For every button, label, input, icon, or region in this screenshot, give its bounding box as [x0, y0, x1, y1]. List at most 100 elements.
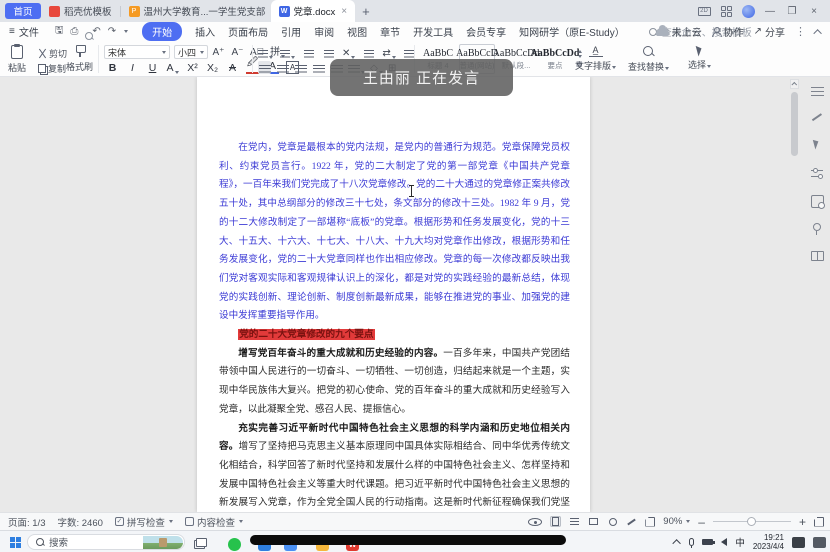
style-keypoint[interactable]: AaBbCcDd要点	[537, 44, 573, 74]
zoom-in-button[interactable]: +	[799, 515, 806, 529]
tab-page-layout[interactable]: 页面布局	[228, 24, 268, 39]
align-left-button[interactable]	[258, 61, 271, 74]
numbered-list-icon[interactable]	[280, 46, 295, 59]
tab-dangzhang-docx[interactable]: W 党章.docx ×	[271, 0, 356, 22]
superscript-button[interactable]: X²	[186, 61, 199, 74]
find-replace-button[interactable]: 查找替换	[628, 45, 669, 73]
workspace-grid-icon[interactable]	[718, 4, 734, 18]
font-name-select[interactable]: 宋体	[104, 45, 170, 59]
cloud-status[interactable]: 未上云	[656, 24, 702, 39]
char-border-icon[interactable]: A	[166, 61, 179, 74]
copy-button[interactable]: 复制	[38, 62, 66, 75]
microphone-icon[interactable]	[689, 538, 694, 546]
align-right-button[interactable]	[294, 61, 307, 74]
eye-protect-icon[interactable]	[528, 518, 542, 526]
edit-pen-button[interactable]	[626, 516, 637, 527]
content-check-button[interactable]: 内容检查	[185, 515, 243, 529]
fit-page-icon[interactable]	[645, 517, 655, 527]
speaker-icon[interactable]	[721, 538, 727, 546]
clock[interactable]: 19:21 2023/4/4	[753, 533, 784, 551]
redo-icon[interactable]: ↷	[108, 26, 116, 37]
more-options-icon[interactable]: ⋮	[795, 25, 806, 38]
bullet-list-icon[interactable]	[258, 46, 273, 59]
tab-references[interactable]: 引用	[281, 24, 301, 39]
quick-access-caret-icon[interactable]	[124, 30, 128, 33]
reading-book-icon[interactable]	[811, 251, 824, 261]
tab-cnki-estudy[interactable]: 知网研学（原E-Study）	[519, 24, 625, 39]
underline-button[interactable]: U	[146, 61, 159, 74]
zoom-level[interactable]: 90%	[663, 516, 690, 527]
restore-button[interactable]: ❐	[784, 4, 800, 18]
select-button[interactable]: 选择	[688, 45, 711, 71]
close-button[interactable]: ×	[806, 4, 822, 18]
text-layout-button[interactable]: A̲ 文字排版	[575, 45, 616, 72]
scrollbar-thumb[interactable]	[791, 92, 798, 156]
format-painter-button[interactable]: 格式刷	[66, 45, 93, 73]
tray-app-icon-2[interactable]	[813, 537, 826, 548]
windows-start-button[interactable]	[10, 537, 21, 548]
share-button[interactable]: ↗分享	[754, 24, 785, 39]
tab-close-icon[interactable]: ×	[341, 6, 347, 17]
grow-font-icon[interactable]: A⁺	[212, 45, 225, 58]
annotate-pen-icon[interactable]	[811, 111, 824, 124]
strikethrough-button[interactable]: A	[226, 61, 239, 74]
tab-insert[interactable]: 插入	[195, 24, 215, 39]
location-pin-icon[interactable]	[811, 223, 824, 236]
bold-button[interactable]: B	[106, 61, 119, 74]
align-center-button[interactable]	[276, 61, 289, 74]
save-icon[interactable]: 🖫	[55, 23, 64, 40]
tab-org-document[interactable]: P 温州大学教育...一学生党支部	[121, 0, 271, 22]
globe-account-icon[interactable]	[740, 4, 756, 18]
zoom-slider-thumb[interactable]	[747, 517, 756, 526]
font-size-select[interactable]: 小四	[174, 45, 208, 59]
cut-button[interactable]: 剪切	[38, 47, 67, 60]
clear-all-icon[interactable]: ✕	[342, 46, 355, 59]
tab-view[interactable]: 视图	[347, 24, 367, 39]
scroll-up-arrow[interactable]	[790, 79, 799, 89]
ime-indicator[interactable]: 中	[735, 535, 745, 549]
vertical-scrollbar[interactable]	[790, 79, 799, 509]
tray-app-icon-1[interactable]	[792, 537, 805, 548]
spell-check-button[interactable]: ✓ 拼写检查	[115, 515, 173, 529]
zoom-slider[interactable]	[713, 521, 791, 522]
taskbar-search-box[interactable]: 搜索	[27, 534, 185, 550]
file-menu[interactable]: ≡ 文件	[0, 24, 47, 39]
document-page[interactable]: 在党内，党章是最根本的党内法规，是党内的普通行为规范。党章保障党员权利、约束党员…	[197, 77, 590, 512]
fullscreen-icon[interactable]	[814, 517, 824, 527]
decrease-indent-icon[interactable]	[302, 46, 315, 59]
skin-center-icon[interactable]: 2D	[696, 4, 712, 18]
increase-indent-icon[interactable]	[322, 46, 335, 59]
properties-sliders-icon[interactable]	[811, 167, 824, 180]
hidden-icons-chevron[interactable]	[673, 539, 681, 547]
fullread-view-button[interactable]	[607, 516, 618, 527]
word-count[interactable]: 字数: 2460	[58, 515, 103, 529]
select-tool-icon[interactable]	[811, 139, 824, 152]
tab-section[interactable]: 章节	[380, 24, 400, 39]
tab-review[interactable]: 审阅	[314, 24, 334, 39]
tab-docer-template[interactable]: 稻壳优模板	[41, 0, 120, 22]
minimize-button[interactable]: —	[762, 4, 778, 18]
collaborate-button[interactable]: 协作	[712, 24, 744, 39]
task-view-button[interactable]	[196, 538, 207, 547]
tab-developer[interactable]: 开发工具	[413, 24, 453, 39]
italic-button[interactable]: I	[126, 61, 139, 74]
undo-icon[interactable]: ↶	[92, 26, 100, 37]
book-view-button[interactable]	[588, 516, 599, 527]
new-tab-button[interactable]: +	[355, 4, 377, 19]
wechat-app-icon[interactable]	[228, 538, 241, 551]
collapse-ribbon-icon[interactable]	[813, 29, 821, 37]
shrink-font-icon[interactable]: A⁻	[231, 45, 244, 58]
web-view-button[interactable]	[569, 516, 580, 527]
search-highlight-image[interactable]	[143, 536, 183, 549]
battery-icon[interactable]	[702, 539, 713, 545]
text-direction-icon[interactable]: ⇄	[382, 46, 395, 59]
image-settings-icon[interactable]	[811, 195, 824, 208]
print-icon[interactable]: ⎙	[70, 26, 78, 37]
sort-icon[interactable]	[362, 46, 375, 59]
home-tab[interactable]: 首页	[5, 3, 41, 19]
zoom-out-button[interactable]: –	[698, 515, 705, 529]
subscript-button[interactable]: X₂	[206, 61, 219, 74]
page-view-button[interactable]	[550, 516, 561, 527]
justify-button[interactable]	[312, 61, 325, 74]
outline-icon[interactable]	[811, 87, 824, 96]
